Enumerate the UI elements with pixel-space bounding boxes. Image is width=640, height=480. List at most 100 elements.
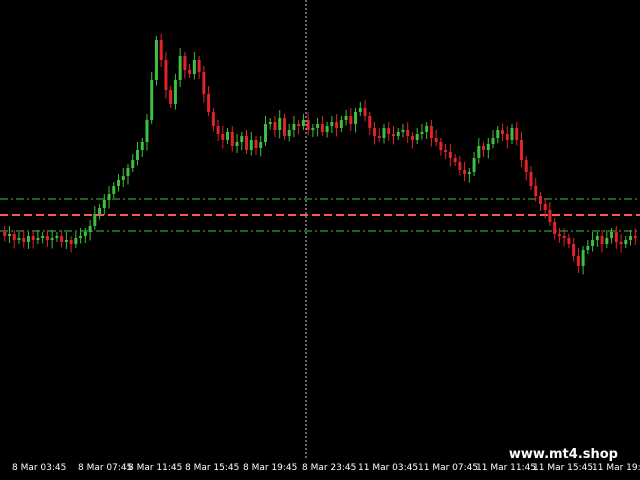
candle — [339, 116, 343, 132]
candle-body — [515, 128, 519, 140]
candle — [226, 128, 230, 144]
candle-body — [420, 132, 424, 134]
candle-body — [633, 236, 637, 238]
candle — [410, 132, 414, 149]
candle-body — [406, 130, 410, 136]
candle — [282, 114, 286, 140]
price-chart[interactable]: 8 Mar 03:45 8 Mar 07:45 8 Mar 11:45 8 Mar 1… — [0, 0, 640, 480]
candle — [188, 64, 192, 78]
candle-body — [614, 232, 618, 242]
time-axis-label: 8 Mar 07:45 — [78, 463, 132, 473]
candle-body — [335, 122, 339, 128]
candle — [102, 194, 106, 215]
candle — [510, 124, 514, 144]
candle — [292, 116, 296, 137]
candle — [477, 138, 481, 164]
candle-body — [581, 250, 585, 266]
candle — [316, 118, 320, 137]
candle — [325, 122, 329, 138]
candle — [581, 246, 585, 275]
candle — [444, 144, 448, 159]
candle — [344, 110, 348, 126]
candle — [169, 86, 173, 108]
time-axis-label: 8 Mar 15:45 — [185, 463, 239, 473]
candle — [614, 226, 618, 249]
candle-body — [202, 72, 206, 94]
candle-body — [268, 122, 272, 124]
candle — [249, 132, 253, 156]
candle — [301, 114, 305, 130]
candle-body — [401, 130, 405, 132]
candle-body — [534, 186, 538, 196]
candle-body — [425, 126, 429, 132]
candle — [306, 112, 310, 136]
candle — [439, 138, 443, 156]
candle-body — [619, 242, 623, 244]
time-axis-label: 8 Mar 23:45 — [302, 463, 356, 473]
candle-body — [50, 238, 54, 240]
candle — [382, 124, 386, 144]
candle-body — [135, 150, 139, 160]
candle — [254, 136, 258, 155]
candle-body — [45, 236, 49, 240]
candle-body — [320, 124, 324, 132]
candle — [368, 112, 372, 135]
candle-body — [567, 238, 571, 244]
candle-body — [605, 238, 609, 244]
candle-body — [282, 118, 286, 136]
candle-body — [117, 180, 121, 186]
candle-body — [159, 40, 163, 60]
candle-body — [629, 236, 633, 240]
candle — [107, 186, 111, 209]
candle — [311, 124, 315, 137]
candle-body — [221, 134, 225, 140]
candle — [211, 108, 215, 132]
candle — [235, 134, 239, 153]
candle — [463, 162, 467, 181]
candle — [491, 130, 495, 148]
candle-body — [572, 244, 576, 256]
chart-canvas[interactable]: 8 Mar 03:45 8 Mar 07:458 Mar 11:45 8 Mar 1… — [0, 0, 640, 480]
candle — [453, 154, 457, 166]
candle — [387, 122, 391, 141]
candle-body — [126, 168, 130, 176]
candle — [515, 122, 519, 146]
candle — [496, 126, 500, 144]
candle-body — [178, 56, 182, 80]
candle-body — [249, 140, 253, 150]
candle — [429, 120, 433, 147]
candle-body — [316, 124, 320, 128]
candle — [164, 52, 168, 99]
candle-body — [610, 232, 614, 238]
candle-body — [207, 94, 211, 112]
candle — [354, 108, 358, 133]
candle-body — [3, 232, 7, 236]
candle-body — [330, 122, 334, 126]
candle-body — [354, 112, 358, 124]
candle — [358, 102, 362, 116]
candle-body — [107, 194, 111, 200]
candle — [406, 122, 410, 143]
candle — [538, 192, 542, 211]
candle-body — [26, 236, 30, 242]
candle-body — [505, 134, 509, 140]
candle — [377, 128, 381, 142]
candle-body — [226, 132, 230, 140]
candle-body — [524, 160, 528, 172]
candle-body — [112, 186, 116, 194]
candle-body — [292, 124, 296, 130]
candle — [31, 230, 35, 249]
candle-body — [121, 176, 125, 180]
candle-body — [458, 162, 462, 170]
candle — [173, 74, 177, 110]
candle-body — [344, 116, 348, 120]
candle-body — [553, 222, 557, 234]
candle — [434, 130, 438, 146]
candle-body — [363, 108, 367, 116]
candle-body — [496, 130, 500, 138]
time-axis-label: 11 Mar 15:45 — [533, 463, 593, 473]
candle — [83, 228, 87, 243]
candle-body — [93, 214, 97, 226]
candle — [600, 230, 604, 253]
candle-body — [287, 130, 291, 136]
